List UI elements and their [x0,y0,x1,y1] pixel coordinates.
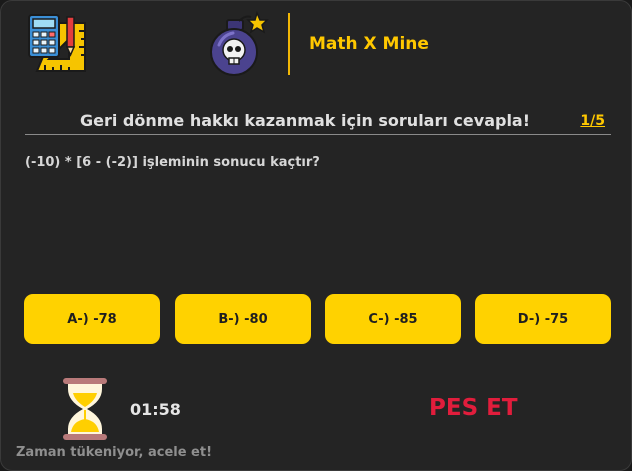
time-warning: Zaman tükeniyor, acele et! [16,445,213,460]
hourglass-icon [63,378,107,440]
brand-title: Math X Mine [309,34,429,54]
answer-button-b[interactable]: B-) -80 [175,294,311,344]
math-tools-icon [28,14,86,72]
game-window: Math X Mine Geri dönme hakkı kazanmak iç… [0,0,632,471]
skull-bomb-icon [210,11,269,76]
answer-button-d[interactable]: D-) -75 [475,294,611,344]
answer-button-c[interactable]: C-) -85 [325,294,461,344]
answer-options: A-) -78 B-) -80 C-) -85 D-) -75 [24,294,612,344]
header: Math X Mine [1,1,631,91]
header-divider [288,13,290,75]
question-text: (-10) * [6 - (-2)] işleminin sonucu kaçt… [25,155,320,170]
question-counter: 1/5 [580,113,605,129]
quiz-title: Geri dönme hakkı kazanmak için soruları … [79,111,531,130]
quiz-title-row: Geri dönme hakkı kazanmak için soruları … [25,109,611,135]
countdown-timer: 01:58 [130,400,181,419]
answer-button-a[interactable]: A-) -78 [24,294,160,344]
give-up-button[interactable]: PES ET [429,395,518,421]
